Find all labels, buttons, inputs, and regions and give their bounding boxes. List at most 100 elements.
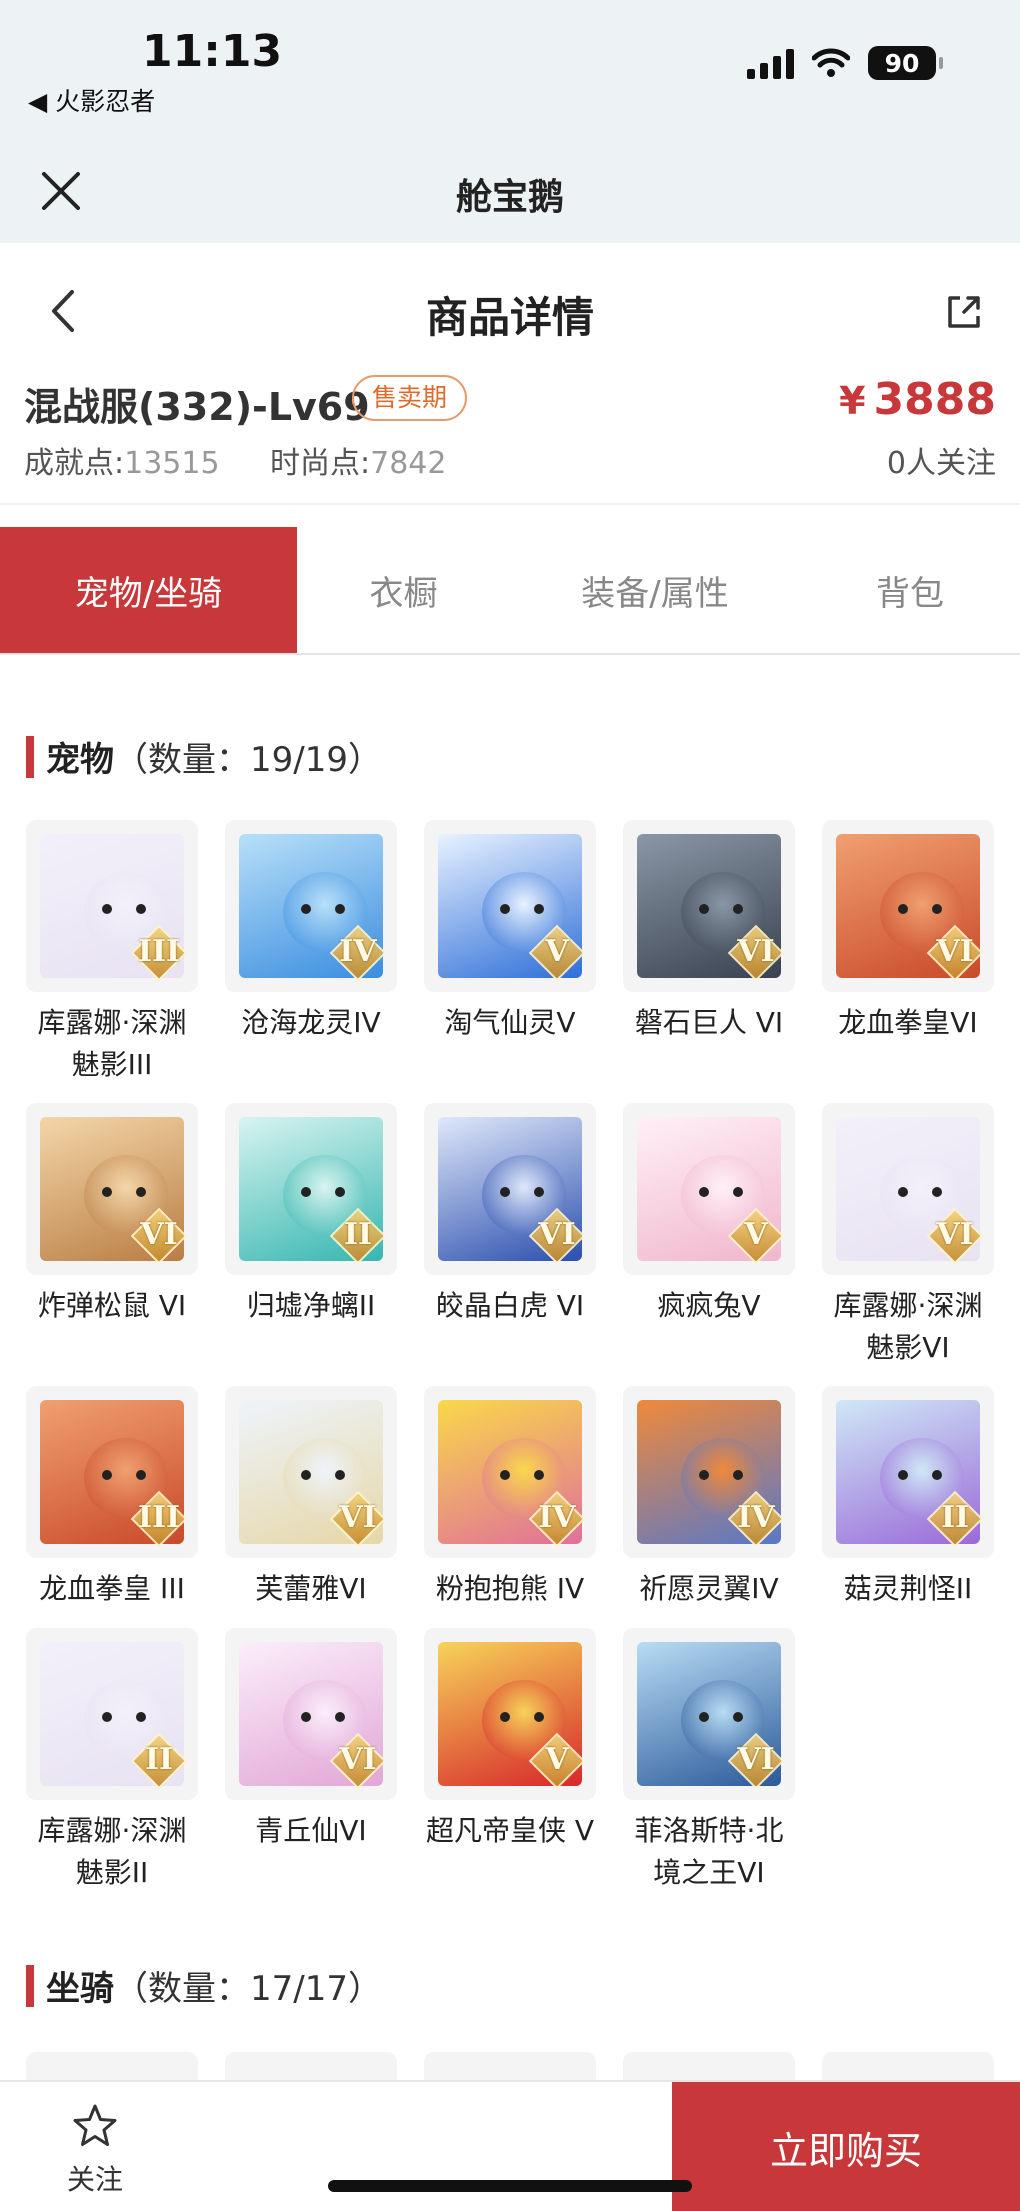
pet-thumbnail: IV (225, 820, 397, 992)
tab-bar: 宠物/坐骑 衣橱 装备/属性 背包 (0, 527, 1020, 655)
back-to-app-link[interactable]: ◀ 火影忍者 (28, 82, 155, 118)
rank-badge-icon: VI (327, 1730, 389, 1792)
pet-item[interactable]: IV 粉抱抱熊 IV (424, 1386, 596, 1610)
pet-eye (335, 904, 345, 914)
follow-button[interactable]: 关注 (30, 2090, 160, 2208)
pet-thumbnail: II (822, 1386, 994, 1558)
rank-badge-icon: VI (327, 1488, 389, 1550)
section-accent-bar (26, 735, 34, 778)
pet-name: 磐石巨人 VI (634, 1006, 784, 1039)
rank-badge-icon: VI (526, 1205, 588, 1267)
achievement-value: 13515 (124, 446, 220, 481)
rank-numeral: III (137, 1500, 181, 1535)
pet-eye (699, 1187, 709, 1197)
rank-numeral: IV (538, 1500, 576, 1535)
section-title: 宠物 (46, 740, 114, 780)
rank-badge-icon: II (327, 1205, 389, 1267)
pet-item[interactable]: VI 磐石巨人 VI (623, 820, 795, 1044)
pet-eye (534, 1187, 544, 1197)
pet-item[interactable]: VI 菲洛斯特·北境之王VI (623, 1628, 795, 1894)
pet-name: 龙血拳皇VI (838, 1006, 978, 1039)
pet-item[interactable]: VI 青丘仙VI (225, 1628, 397, 1852)
pet-item[interactable]: III 龙血拳皇 III (26, 1386, 198, 1610)
pet-name: 粉抱抱熊 IV (435, 1572, 585, 1605)
mounts-section-header: 坐骑 （数量：17/17） (26, 1961, 382, 2010)
pets-section-header: 宠物 （数量：19/19） (26, 732, 382, 781)
pet-item[interactable]: VI 皎晶白虎 VI (424, 1103, 596, 1327)
rank-badge-icon: IV (327, 922, 389, 984)
pet-eye (136, 1712, 146, 1722)
pet-thumbnail: VI (225, 1386, 397, 1558)
fashion-points: 时尚点:7842 (270, 438, 446, 482)
tab-backpack[interactable]: 背包 (800, 527, 1020, 653)
pet-thumbnail: VI (26, 1103, 198, 1275)
pet-name: 青丘仙VI (255, 1814, 367, 1847)
rank-numeral: V (744, 1217, 768, 1252)
pet-name: 归墟净螭II (246, 1289, 376, 1322)
pet-eye (136, 1470, 146, 1480)
tab-pets-mounts[interactable]: 宠物/坐骑 (0, 527, 297, 653)
pet-eye (500, 1712, 510, 1722)
rank-badge-icon: VI (725, 1730, 787, 1792)
tab-wardrobe[interactable]: 衣橱 (297, 527, 510, 653)
pet-thumbnail: IV (424, 1386, 596, 1558)
rank-badge-icon: V (526, 1730, 588, 1792)
pet-name: 皎晶白虎 VI (435, 1289, 585, 1322)
product-name: 混战服(332)-Lv69 (24, 385, 370, 429)
rank-numeral: VI (737, 934, 775, 969)
rank-badge-icon: IV (725, 1488, 787, 1550)
pet-thumbnail: VI (623, 820, 795, 992)
pet-eye (500, 904, 510, 914)
pet-item[interactable]: VI 芙蕾雅VI (225, 1386, 397, 1610)
pet-item[interactable]: IV 祈愿灵翼IV (623, 1386, 795, 1610)
rank-numeral: VI (140, 1217, 178, 1252)
miniapp-title: 舱宝鹅 (455, 177, 564, 218)
pet-thumbnail: VI (822, 1103, 994, 1275)
rank-numeral: III (137, 934, 181, 969)
pet-item[interactable]: V 疯疯兔V (623, 1103, 795, 1327)
pet-item[interactable]: III 库露娜·深渊魅影III (26, 820, 198, 1086)
pet-eye (733, 904, 743, 914)
rank-numeral: V (545, 1742, 569, 1777)
pet-eye (898, 1187, 908, 1197)
pet-item[interactable]: VI 龙血拳皇VI (822, 820, 994, 1044)
pet-thumbnail: VI (822, 820, 994, 992)
pet-eye (898, 1470, 908, 1480)
pet-item[interactable]: V 超凡帝皇侠 V (424, 1628, 596, 1852)
pet-eye (335, 1470, 345, 1480)
home-indicator (328, 2180, 692, 2192)
price-currency: ¥ (839, 379, 866, 423)
rank-numeral: VI (936, 1217, 974, 1252)
pet-eye (500, 1470, 510, 1480)
pet-item[interactable]: II 库露娜·深渊魅影II (26, 1628, 198, 1894)
star-icon (73, 2104, 117, 2146)
pet-item[interactable]: II 菇灵荆怪II (822, 1386, 994, 1610)
rank-badge-icon: III (128, 922, 190, 984)
rank-numeral: IV (737, 1500, 775, 1535)
pet-eye (733, 1470, 743, 1480)
pet-item[interactable]: V 淘气仙灵V (424, 820, 596, 1044)
tab-equipment[interactable]: 装备/属性 (510, 527, 800, 653)
pet-eye (102, 1712, 112, 1722)
pet-name: 菲洛斯特·北境之王VI (634, 1814, 784, 1889)
pet-item[interactable]: II 归墟净螭II (225, 1103, 397, 1327)
rank-numeral: II (144, 1742, 174, 1777)
buy-now-button[interactable]: 立即购买 (672, 2082, 1020, 2211)
share-icon[interactable] (944, 292, 984, 332)
pet-item[interactable]: IV 沧海龙灵IV (225, 820, 397, 1044)
pet-thumbnail: II (26, 1628, 198, 1800)
price-value: 3888 (873, 374, 996, 425)
pet-item[interactable]: VI 库露娜·深渊魅影VI (822, 1103, 994, 1369)
pet-name: 库露娜·深渊魅影VI (833, 1289, 983, 1364)
pet-name: 沧海龙灵IV (241, 1006, 381, 1039)
rank-badge-icon: V (725, 1205, 787, 1267)
pet-eye (699, 904, 709, 914)
status-badge: 售卖期 (352, 375, 468, 421)
rank-badge-icon: III (128, 1488, 190, 1550)
rank-badge-icon: II (128, 1730, 190, 1792)
pet-eye (534, 1470, 544, 1480)
pet-item[interactable]: VI 炸弹松鼠 VI (26, 1103, 198, 1327)
pet-name: 龙血拳皇 III (39, 1572, 185, 1605)
wifi-icon (812, 48, 850, 77)
fashion-label: 时尚点: (270, 446, 371, 481)
